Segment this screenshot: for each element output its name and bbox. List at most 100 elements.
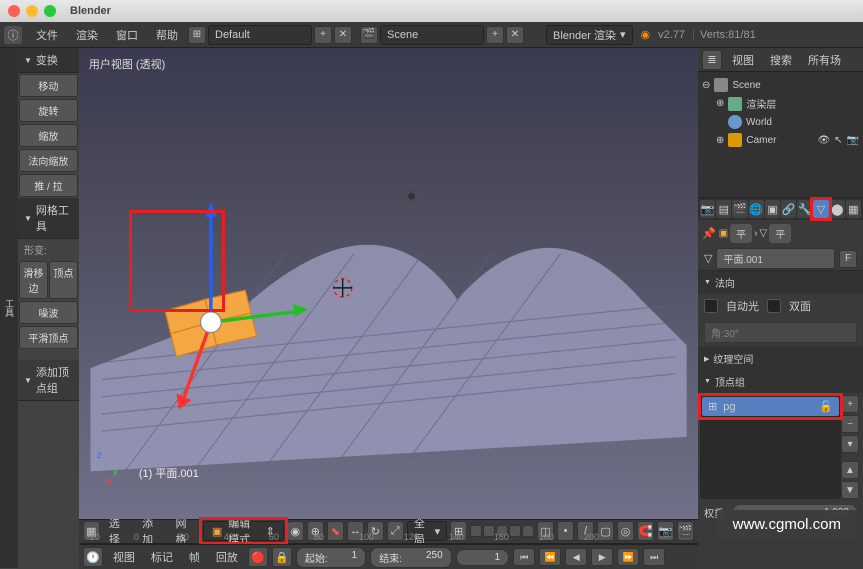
render-engine-dropdown[interactable]: Blender 渲染 ▾ bbox=[546, 25, 633, 45]
angle-field[interactable]: 角:30° bbox=[704, 322, 857, 343]
auto-keyframe-icon[interactable]: 🔴 bbox=[248, 547, 268, 567]
keyframe-next-button[interactable]: ⏩ bbox=[617, 548, 639, 566]
current-frame-field[interactable]: 1 bbox=[456, 549, 510, 566]
delete-scene-button[interactable]: ✕ bbox=[506, 26, 524, 44]
tl-menu-marker[interactable]: 标记 bbox=[145, 547, 179, 567]
menu-render[interactable]: 渲染 bbox=[68, 24, 106, 46]
axis-x-label: x bbox=[107, 476, 112, 487]
mesh-name-field[interactable]: 平面.001 bbox=[716, 248, 835, 269]
vertex-group-list[interactable]: ⊞ pg 🔓 bbox=[700, 395, 841, 499]
outliner-filter-dropdown[interactable]: 所有场 bbox=[802, 50, 847, 70]
add-scene-button[interactable]: + bbox=[486, 26, 504, 44]
transform-panel-header[interactable]: 变换 bbox=[18, 48, 79, 73]
menu-help[interactable]: 帮助 bbox=[148, 24, 186, 46]
vertex-group-specials-button[interactable]: ▾ bbox=[841, 435, 859, 453]
back-to-previous-icon[interactable]: ⊞ bbox=[188, 26, 206, 44]
renderlayers-tab-icon[interactable]: ▤ bbox=[716, 200, 731, 218]
world-tab-icon[interactable]: 🌐 bbox=[749, 200, 764, 218]
normals-panel-header[interactable]: 法向 bbox=[698, 271, 863, 294]
add-vertex-group-panel[interactable]: 添加顶点组 bbox=[18, 360, 79, 401]
pin-icon[interactable]: 📌 bbox=[702, 227, 716, 240]
close-window-button[interactable] bbox=[8, 5, 20, 17]
outliner-tree[interactable]: ⊖ Scene ⊕ 渲染层 World ⊕ Camer 👁 ↖ 📷 bbox=[698, 72, 863, 153]
texture-tab-icon[interactable]: ▦ bbox=[846, 200, 861, 218]
editor-type-icon[interactable]: ⓘ bbox=[4, 26, 22, 44]
scene-tab-icon[interactable]: 🎬 bbox=[732, 200, 747, 218]
vertex-slide-button[interactable]: 顶点 bbox=[49, 261, 78, 299]
scale-button[interactable]: 缩放 bbox=[19, 124, 78, 147]
material-tab-icon[interactable]: ⬤ bbox=[830, 200, 845, 218]
editor-type-timeline-icon[interactable]: 🕐 bbox=[83, 547, 103, 567]
3d-viewport[interactable]: 用户视图 (透视) bbox=[79, 48, 698, 519]
scene-dropdown[interactable]: Scene bbox=[380, 25, 484, 45]
start-frame-field[interactable]: 起始:1 bbox=[296, 547, 366, 568]
keyframe-prev-button[interactable]: ⏪ bbox=[539, 548, 561, 566]
timeline-track[interactable]: -20 0 20 40 60 80 100 120 140 160 180 20… bbox=[79, 544, 698, 545]
breadcrumb-object[interactable]: 平 bbox=[730, 224, 752, 243]
auto-smooth-checkbox[interactable] bbox=[704, 299, 718, 313]
jump-end-button[interactable]: ⏭ bbox=[643, 548, 665, 566]
modifiers-tab-icon[interactable]: 🔧 bbox=[797, 200, 812, 218]
tl-menu-view[interactable]: 视图 bbox=[107, 547, 141, 567]
outliner-search-menu[interactable]: 搜索 bbox=[764, 50, 798, 70]
lock-icon[interactable]: 🔒 bbox=[272, 547, 292, 567]
shrink-fatten-button[interactable]: 法向缩放 bbox=[19, 149, 78, 172]
blender-logo-icon: ◉ bbox=[641, 28, 651, 41]
rotate-button[interactable]: 旋转 bbox=[19, 99, 78, 122]
add-layout-button[interactable]: + bbox=[314, 26, 332, 44]
selectable-cursor-icon[interactable]: ↖ bbox=[834, 135, 842, 146]
double-sided-checkbox[interactable] bbox=[767, 299, 781, 313]
fake-user-button[interactable]: F bbox=[839, 250, 857, 268]
add-vertex-group-button[interactable]: + bbox=[841, 395, 859, 413]
object-icon: ▣ bbox=[719, 228, 728, 239]
editor-type-outliner-icon[interactable]: ≣ bbox=[702, 50, 722, 70]
tl-menu-frame[interactable]: 帧 bbox=[183, 547, 206, 567]
move-up-button[interactable]: ▲ bbox=[841, 461, 859, 479]
axis-z-label: z bbox=[97, 450, 102, 461]
menu-window[interactable]: 窗口 bbox=[108, 24, 146, 46]
end-frame-field[interactable]: 结束:250 bbox=[370, 547, 451, 568]
screen-layout-dropdown[interactable]: Default bbox=[208, 25, 312, 45]
3d-view-region[interactable]: z y x (1) 平面.001 bbox=[79, 80, 698, 519]
mesh-tools-panel-header[interactable]: 网格工具 bbox=[18, 198, 79, 239]
constraints-tab-icon[interactable]: 🔗 bbox=[781, 200, 796, 218]
tl-menu-playback[interactable]: 回放 bbox=[210, 547, 244, 567]
play-reverse-button[interactable]: ◀ bbox=[565, 548, 587, 566]
edge-slide-button[interactable]: 滑移边 bbox=[19, 261, 48, 299]
outliner-view-menu[interactable]: 视图 bbox=[726, 50, 760, 70]
menu-file[interactable]: 文件 bbox=[28, 24, 66, 46]
jump-start-button[interactable]: ⏮ bbox=[513, 548, 535, 566]
data-tab-icon[interactable]: ▽ bbox=[813, 200, 828, 218]
tool-tab-create[interactable]: 创建 bbox=[0, 48, 1, 569]
outliner-scene-item[interactable]: ⊖ Scene bbox=[702, 76, 859, 94]
remove-vertex-group-button[interactable]: − bbox=[841, 415, 859, 433]
move-down-button[interactable]: ▼ bbox=[841, 481, 859, 499]
minimize-window-button[interactable] bbox=[26, 5, 38, 17]
noise-button[interactable]: 噪波 bbox=[19, 301, 78, 324]
texture-space-panel-header[interactable]: 纹理空间 bbox=[698, 347, 863, 370]
mesh-datablock-icon[interactable]: ▽ bbox=[704, 252, 712, 265]
delete-layout-button[interactable]: ✕ bbox=[334, 26, 352, 44]
scene-browse-icon[interactable]: 🎬 bbox=[360, 26, 378, 44]
vertex-group-item[interactable]: ⊞ pg 🔓 bbox=[702, 397, 839, 416]
object-tab-icon[interactable]: ▣ bbox=[765, 200, 780, 218]
lock-icon[interactable]: 🔓 bbox=[819, 400, 833, 413]
annotation-red-box-datatab bbox=[810, 197, 831, 221]
translate-button[interactable]: 移动 bbox=[19, 74, 78, 97]
smooth-vertex-button[interactable]: 平滑顶点 bbox=[19, 326, 78, 349]
visibility-eye-icon[interactable]: 👁 bbox=[817, 135, 830, 146]
vertex-groups-panel-header[interactable]: 顶点组 bbox=[698, 370, 863, 393]
right-region: ≣ 视图 搜索 所有场 ⊖ Scene ⊕ 渲染层 World bbox=[698, 48, 863, 569]
timeline-header: 🕐 视图 标记 帧 回放 🔴 🔒 起始:1 结束:250 1 ⏮ ⏪ ◀ bbox=[79, 545, 698, 569]
datablock-name-row: ▽ 平面.001 F bbox=[698, 247, 863, 271]
tool-tab-tools[interactable]: 工具 bbox=[1, 48, 18, 569]
renderable-camera-icon[interactable]: 📷 bbox=[847, 135, 859, 146]
maximize-window-button[interactable] bbox=[44, 5, 56, 17]
play-button[interactable]: ▶ bbox=[591, 548, 613, 566]
render-tab-icon[interactable]: 📷 bbox=[700, 200, 715, 218]
push-pull-button[interactable]: 推 / 拉 bbox=[19, 174, 78, 197]
outliner-world-item[interactable]: World bbox=[702, 113, 859, 131]
breadcrumb-mesh[interactable]: 平 bbox=[769, 224, 791, 243]
outliner-renderlayers-item[interactable]: ⊕ 渲染层 bbox=[702, 94, 859, 113]
outliner-camera-item[interactable]: ⊕ Camer 👁 ↖ 📷 bbox=[702, 131, 859, 149]
